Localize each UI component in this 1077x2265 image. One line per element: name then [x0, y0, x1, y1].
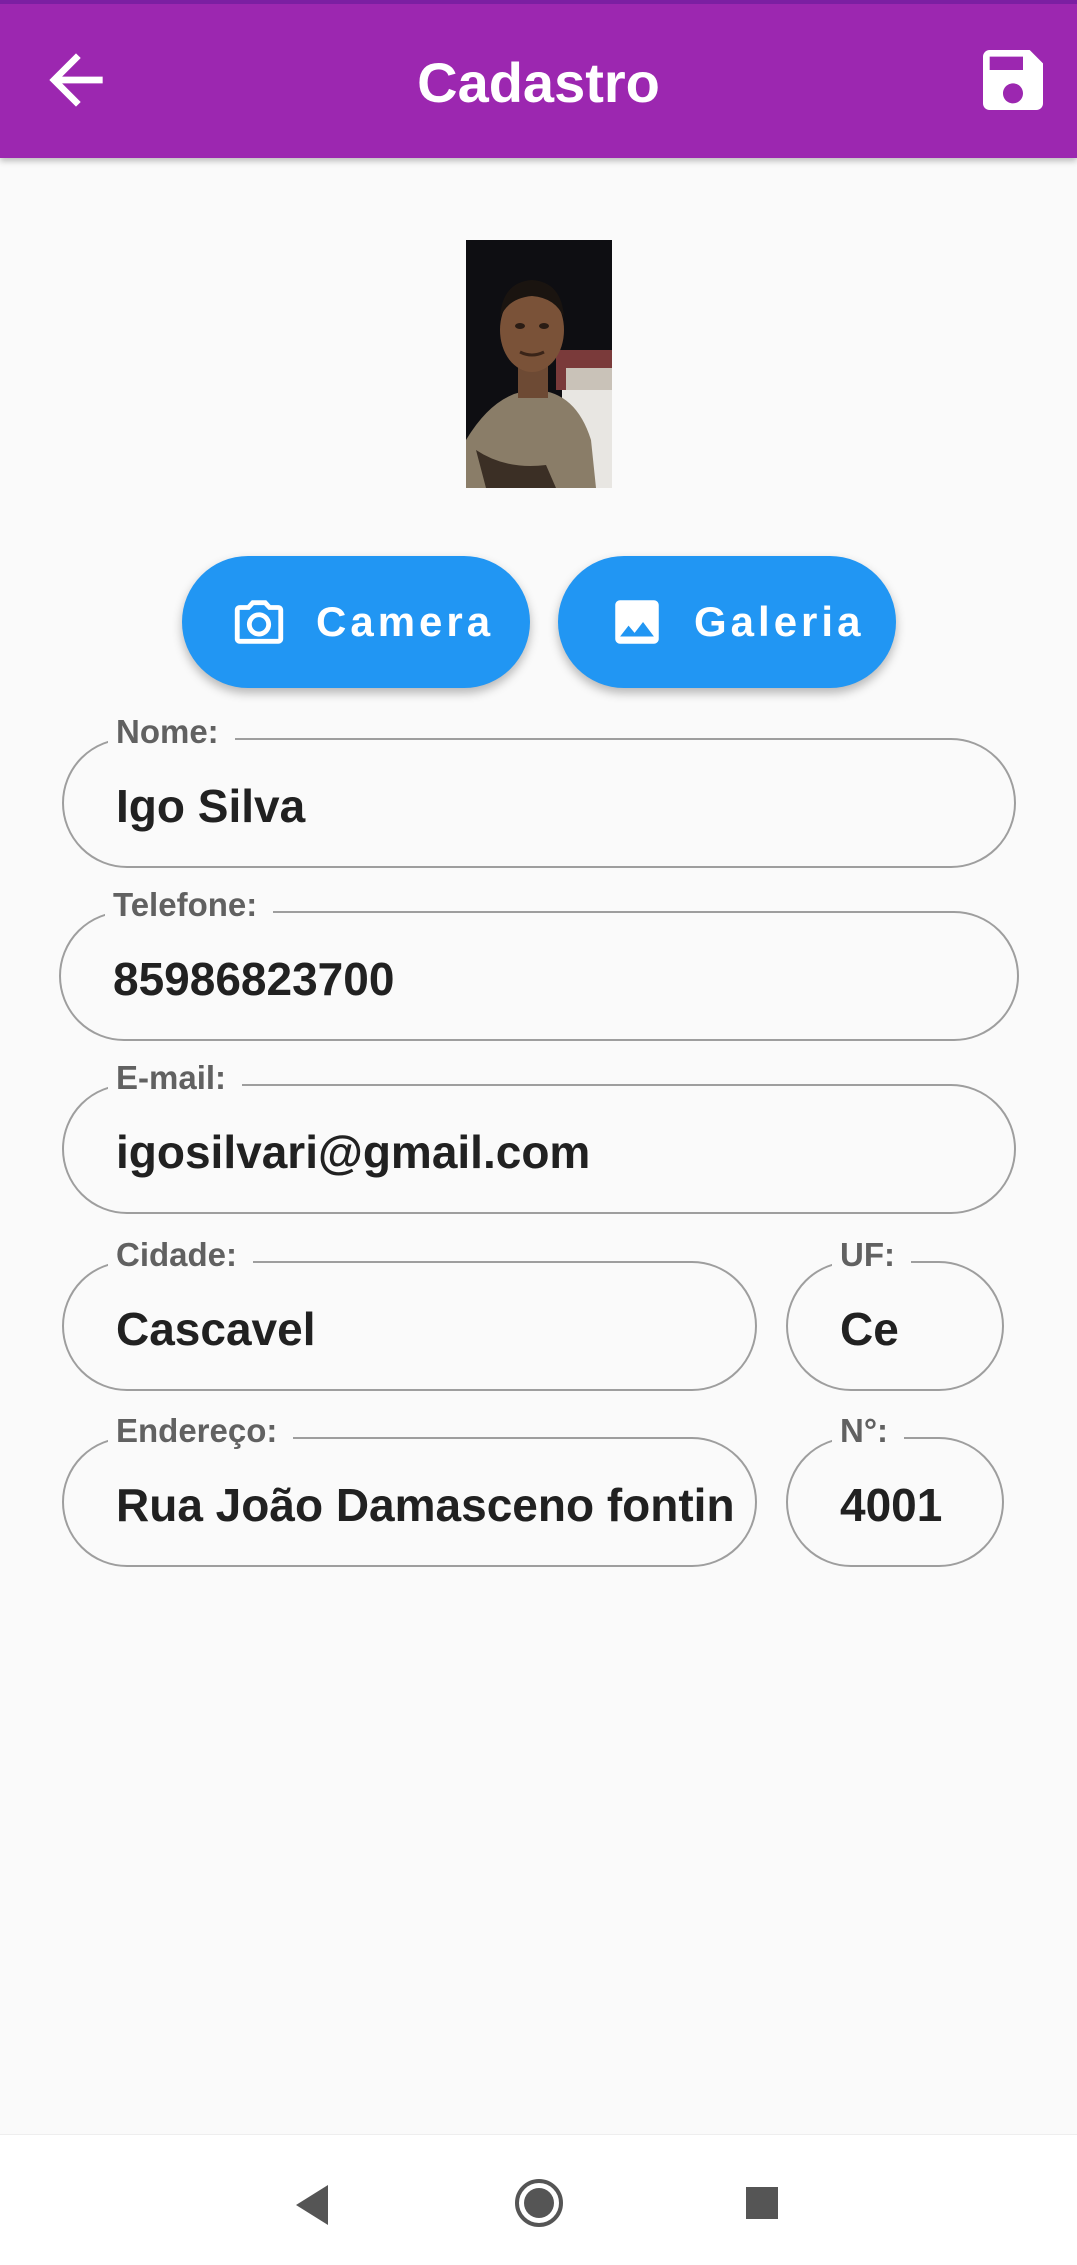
cidade-field[interactable]: Cidade: Cascavel — [62, 1235, 757, 1391]
person-photo-image — [466, 240, 612, 488]
uf-value: Ce — [840, 1303, 899, 1355]
page-title: Cadastro — [417, 51, 660, 114]
telefone-value: 85986823700 — [113, 953, 395, 1005]
cidade-label: Cidade: — [108, 1235, 254, 1275]
uf-field[interactable]: UF: Ce — [786, 1235, 1004, 1391]
save-button[interactable] — [973, 40, 1053, 120]
telefone-field[interactable]: Telefone: 85986823700 — [59, 885, 1019, 1041]
nome-field[interactable]: Nome: Igo Silva — [62, 712, 1016, 868]
galeria-button-label: Galeria — [694, 598, 865, 645]
nome-value: Igo Silva — [116, 780, 306, 832]
cidade-value: Cascavel — [116, 1303, 316, 1355]
telefone-label: Telefone: — [105, 885, 274, 925]
camera-button[interactable]: Camera — [182, 556, 530, 688]
email-label: E-mail: — [108, 1058, 243, 1098]
endereco-label: Endereço: — [108, 1411, 294, 1451]
system-navigation-bar — [0, 2134, 1077, 2265]
profile-photo[interactable] — [466, 240, 612, 488]
nav-back-icon[interactable] — [292, 2183, 332, 2227]
nome-label: Nome: — [108, 712, 235, 752]
numero-field[interactable]: N°: 4001 — [786, 1411, 1004, 1567]
save-icon — [983, 50, 1043, 110]
nav-recents-icon[interactable] — [744, 2185, 780, 2221]
camera-button-label: Camera — [316, 598, 495, 645]
email-value: igosilvari@gmail.com — [116, 1126, 591, 1178]
email-field[interactable]: E-mail: igosilvari@gmail.com — [62, 1058, 1016, 1214]
galeria-button[interactable]: Galeria — [558, 556, 896, 688]
image-icon — [615, 600, 659, 644]
numero-label: N°: — [832, 1411, 905, 1451]
camera-icon — [234, 600, 284, 644]
endereco-value: Rua João Damasceno fontin — [116, 1479, 735, 1531]
uf-label: UF: — [832, 1235, 911, 1275]
app-bar: Cadastro — [0, 0, 1077, 158]
nav-home-icon[interactable] — [513, 2177, 565, 2229]
endereco-field[interactable]: Endereço: Rua João Damasceno fontin — [62, 1411, 757, 1567]
numero-value: 4001 — [840, 1479, 943, 1531]
